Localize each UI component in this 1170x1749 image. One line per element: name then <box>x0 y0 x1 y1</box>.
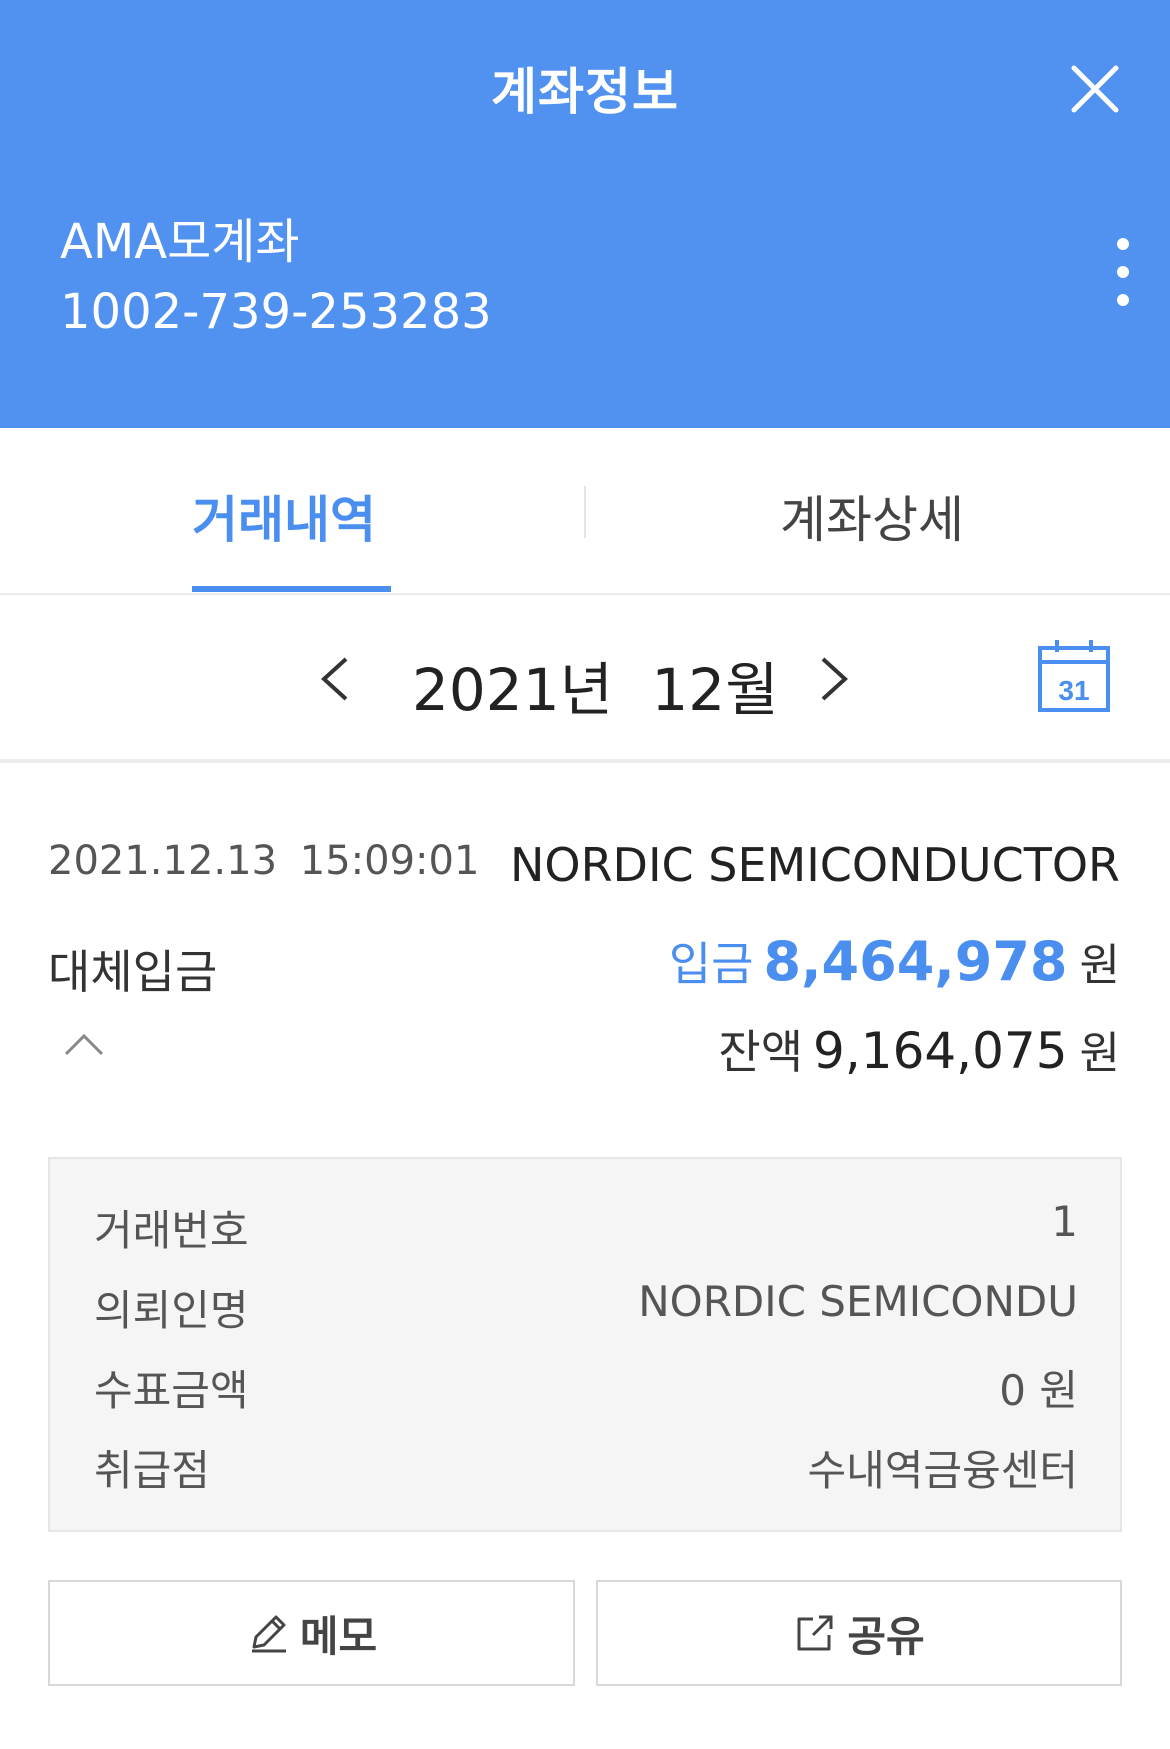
chevron-left-icon <box>321 657 348 701</box>
current-month-label: 2021년 12월 <box>412 656 779 724</box>
detail-row: 거래번호 1 <box>94 1197 1078 1255</box>
detail-value: 1 <box>1051 1197 1078 1246</box>
account-header: 계좌정보 AMA모계좌 1002-739-253283 <box>0 0 1170 428</box>
detail-label: 의뢰인명 <box>94 1286 249 1335</box>
chevron-up-icon <box>64 1033 104 1056</box>
detail-label: 취급점 <box>94 1446 210 1495</box>
balance-label: 잔액 <box>718 1025 804 1079</box>
transaction-detail-box: 거래번호 1 의뢰인명 NORDIC SEMICONDU 수표금액 0 원 취급… <box>48 1157 1122 1532</box>
share-button[interactable]: 공유 <box>596 1580 1122 1686</box>
close-button[interactable] <box>1070 64 1120 114</box>
detail-value: 0 원 <box>999 1366 1078 1415</box>
detail-row: 취급점 수내역금융센터 <box>94 1437 1078 1495</box>
share-icon <box>797 1615 833 1651</box>
detail-row: 수표금액 0 원 <box>94 1357 1078 1415</box>
detail-value: NORDIC SEMICONDU <box>638 1277 1078 1326</box>
detail-label: 거래번호 <box>94 1206 249 1255</box>
deposit-amount-row: 입금 8,464,978 원 <box>669 928 1120 994</box>
deposit-currency: 원 <box>1079 940 1120 991</box>
account-name: AMA모계좌 <box>60 214 300 270</box>
close-icon <box>1071 65 1119 113</box>
account-number: 1002-739-253283 <box>60 284 492 340</box>
memo-button[interactable]: 메모 <box>48 1580 575 1686</box>
deposit-amount: 8,464,978 <box>763 930 1068 993</box>
memo-button-label: 메모 <box>299 1611 378 1661</box>
more-dot-icon <box>1117 266 1129 278</box>
calendar-button[interactable]: 31 <box>1037 638 1111 714</box>
transaction-counterparty: NORDIC SEMICONDUCTOR <box>509 838 1120 892</box>
deposit-label: 입금 <box>668 937 754 991</box>
more-dot-icon <box>1117 294 1129 306</box>
collapse-details-button[interactable] <box>62 1030 106 1060</box>
detail-label: 수표금액 <box>94 1366 249 1415</box>
tab-transactions[interactable]: 거래내역 <box>192 480 376 552</box>
more-options-button[interactable] <box>1108 232 1138 312</box>
next-month-button[interactable] <box>813 651 853 707</box>
calendar-icon: 31 <box>1038 640 1110 712</box>
transaction-type: 대체입금 <box>48 945 218 999</box>
page-title: 계좌정보 <box>491 63 679 121</box>
chevron-right-icon <box>821 657 848 701</box>
previous-month-button[interactable] <box>316 651 356 707</box>
tab-account-details[interactable]: 계좌상세 <box>780 480 964 552</box>
calendar-day-text: 31 <box>1058 675 1089 706</box>
tab-bar: 거래내역 계좌상세 <box>0 428 1170 595</box>
detail-row: 의뢰인명 NORDIC SEMICONDU <box>94 1277 1078 1335</box>
month-selector: 2021년 12월 <box>0 595 1170 763</box>
detail-value: 수내역금융센터 <box>807 1446 1078 1495</box>
pencil-icon <box>251 1615 286 1653</box>
share-button-label: 공유 <box>847 1611 925 1661</box>
active-tab-indicator <box>192 586 391 592</box>
balance-row: 잔액 9,164,075 원 <box>718 1016 1120 1082</box>
tab-divider <box>584 486 586 538</box>
balance-currency: 원 <box>1079 1028 1120 1079</box>
balance-amount: 9,164,075 <box>813 1022 1068 1080</box>
transaction-datetime: 2021.12.13 15:09:01 <box>48 838 480 884</box>
more-dot-icon <box>1117 238 1129 250</box>
